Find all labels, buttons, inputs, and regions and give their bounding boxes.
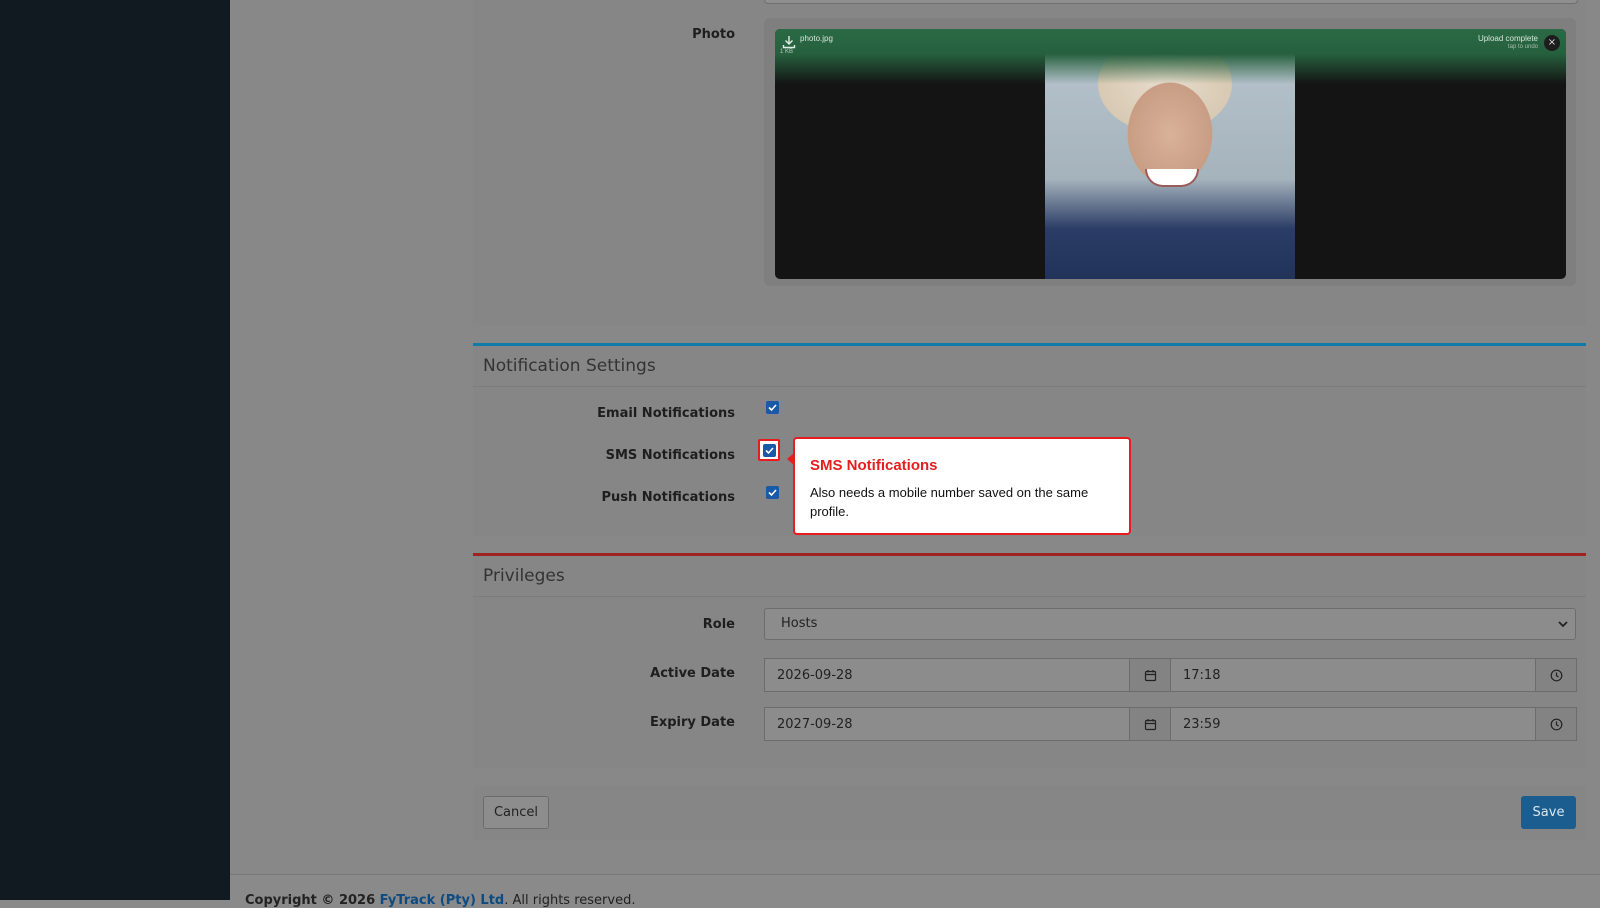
expiry-time-value: 23:59: [1183, 717, 1221, 732]
clock-icon: [1550, 669, 1563, 682]
upload-status-bar: [775, 29, 1566, 84]
save-button[interactable]: Save: [1521, 796, 1576, 829]
push-notifications-checkbox[interactable]: [766, 486, 779, 499]
cancel-button[interactable]: Cancel: [483, 796, 549, 829]
popover-body: Also needs a mobile number saved on the …: [810, 485, 1089, 519]
file-name: photo.jpg: [800, 34, 833, 43]
expiry-date-value: 2027-09-28: [777, 717, 853, 732]
check-icon: [765, 447, 774, 455]
previous-field-edge: [764, 0, 1578, 4]
chevron-down-icon: [1558, 621, 1568, 628]
active-time-clock-button[interactable]: [1535, 658, 1577, 692]
footer: Copyright © 2026 FyTrack (Pty) Ltd. All …: [230, 874, 1600, 908]
sms-notifications-label: SMS Notifications: [605, 448, 735, 463]
active-date-value: 2026-09-28: [777, 668, 853, 683]
push-notifications-label: Push Notifications: [601, 490, 736, 505]
photo-label: Photo: [692, 27, 735, 42]
active-time-value: 17:18: [1183, 668, 1221, 683]
copyright-text: Copyright © 2026 FyTrack (Pty) Ltd. All …: [245, 893, 635, 908]
expiry-time-clock-button[interactable]: [1535, 707, 1577, 741]
clock-icon: [1550, 718, 1563, 731]
form-actions: [473, 785, 1586, 840]
check-icon: [768, 404, 777, 412]
active-date-calendar-button[interactable]: [1129, 658, 1171, 692]
photo-smile: [1145, 169, 1199, 187]
company-link[interactable]: FyTrack (Pty) Ltd: [380, 893, 505, 908]
role-selected-value: Hosts: [781, 616, 818, 631]
email-notifications-checkbox[interactable]: [766, 401, 779, 414]
popover-title: SMS Notifications: [810, 457, 938, 474]
upload-status: Upload complete: [1477, 34, 1538, 43]
active-time-input[interactable]: 17:18: [1170, 658, 1536, 692]
upload-undo-hint[interactable]: tap to undo: [1508, 44, 1538, 50]
role-select[interactable]: Hosts: [764, 608, 1576, 640]
calendar-icon: [1144, 719, 1157, 731]
sms-notifications-popover: SMS Notifications Also needs a mobile nu…: [787, 437, 1131, 535]
file-size: 1 KB: [780, 49, 794, 55]
sms-notifications-checkbox[interactable]: [763, 444, 776, 457]
close-icon[interactable]: ×: [1544, 35, 1560, 51]
email-notifications-label: Email Notifications: [597, 406, 735, 421]
calendar-icon: [1144, 670, 1157, 682]
copyright-prefix: Copyright © 2026: [245, 893, 380, 908]
photo-preview: photo.jpg 1 KB Upload complete tap to un…: [775, 29, 1566, 279]
check-icon: [768, 489, 777, 497]
role-label: Role: [702, 617, 735, 632]
copyright-suffix: . All rights reserved.: [504, 893, 636, 908]
expiry-time-input[interactable]: 23:59: [1170, 707, 1536, 741]
download-icon[interactable]: [782, 35, 796, 49]
sidebar: [0, 0, 230, 900]
expiry-date-label: Expiry Date: [649, 715, 735, 730]
privileges-title: Privileges: [473, 556, 1586, 597]
active-date-input[interactable]: 2026-09-28: [764, 658, 1130, 692]
expiry-date-calendar-button[interactable]: [1129, 707, 1171, 741]
expiry-date-input[interactable]: 2027-09-28: [764, 707, 1130, 741]
active-date-label: Active Date: [650, 666, 735, 681]
notification-settings-title: Notification Settings: [473, 346, 1586, 387]
